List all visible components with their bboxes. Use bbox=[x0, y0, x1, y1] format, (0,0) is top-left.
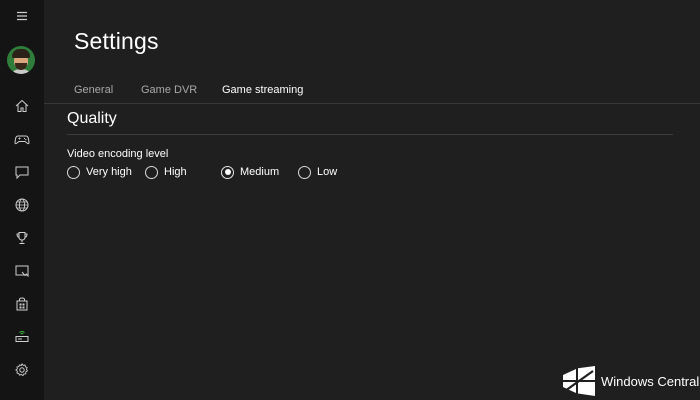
nav-games-button[interactable] bbox=[0, 123, 44, 155]
tab-general[interactable]: General bbox=[74, 84, 113, 96]
trophy-icon bbox=[16, 232, 28, 244]
section-title-quality: Quality bbox=[67, 110, 117, 127]
game-dvr-icon bbox=[15, 265, 29, 277]
nav-store-button[interactable] bbox=[0, 288, 44, 320]
tab-divider bbox=[44, 103, 700, 104]
radio-high[interactable]: High bbox=[145, 164, 187, 180]
gear-icon bbox=[15, 363, 28, 377]
radio-very-high[interactable]: Very high bbox=[67, 164, 132, 180]
section-divider bbox=[67, 134, 673, 135]
radio-low[interactable]: Low bbox=[298, 164, 337, 180]
watermark-text: Windows Central bbox=[601, 373, 700, 389]
windows-central-logo-icon bbox=[563, 366, 595, 396]
radio-label: High bbox=[164, 166, 187, 178]
store-icon bbox=[16, 297, 28, 311]
page-title: Settings bbox=[74, 28, 159, 54]
radio-label: Low bbox=[317, 166, 338, 178]
nav-home-button[interactable] bbox=[0, 90, 44, 122]
nav-messages-button[interactable] bbox=[0, 156, 44, 188]
avatar[interactable] bbox=[7, 46, 35, 74]
nav-rail bbox=[0, 0, 44, 400]
tab-game-dvr[interactable]: Game DVR bbox=[141, 84, 197, 96]
chat-icon bbox=[15, 166, 29, 180]
video-encoding-label: Video encoding level bbox=[67, 148, 169, 160]
nav-settings-button[interactable] bbox=[0, 354, 44, 386]
nav-game-dvr-button[interactable] bbox=[0, 255, 44, 287]
radio-medium[interactable]: Medium bbox=[221, 164, 279, 180]
radio-circle[interactable] bbox=[145, 165, 158, 179]
windows-central-watermark: Windows Central bbox=[562, 366, 699, 396]
console-connect-icon bbox=[15, 331, 29, 342]
menu-button[interactable] bbox=[0, 0, 44, 32]
radio-label: Medium bbox=[240, 166, 280, 178]
controller-icon bbox=[14, 135, 30, 145]
radio-label: Very high bbox=[86, 166, 132, 178]
tab-game-streaming[interactable]: Game streaming bbox=[222, 84, 303, 96]
radio-circle[interactable] bbox=[67, 165, 80, 179]
globe-icon bbox=[15, 198, 29, 212]
nav-connect-button[interactable] bbox=[0, 321, 44, 353]
radio-circle[interactable] bbox=[298, 165, 311, 179]
home-icon bbox=[15, 99, 29, 112]
radio-circle[interactable] bbox=[221, 165, 234, 179]
nav-social-button[interactable] bbox=[0, 189, 44, 221]
nav-achievements-button[interactable] bbox=[0, 222, 44, 254]
hamburger-icon bbox=[17, 11, 27, 21]
